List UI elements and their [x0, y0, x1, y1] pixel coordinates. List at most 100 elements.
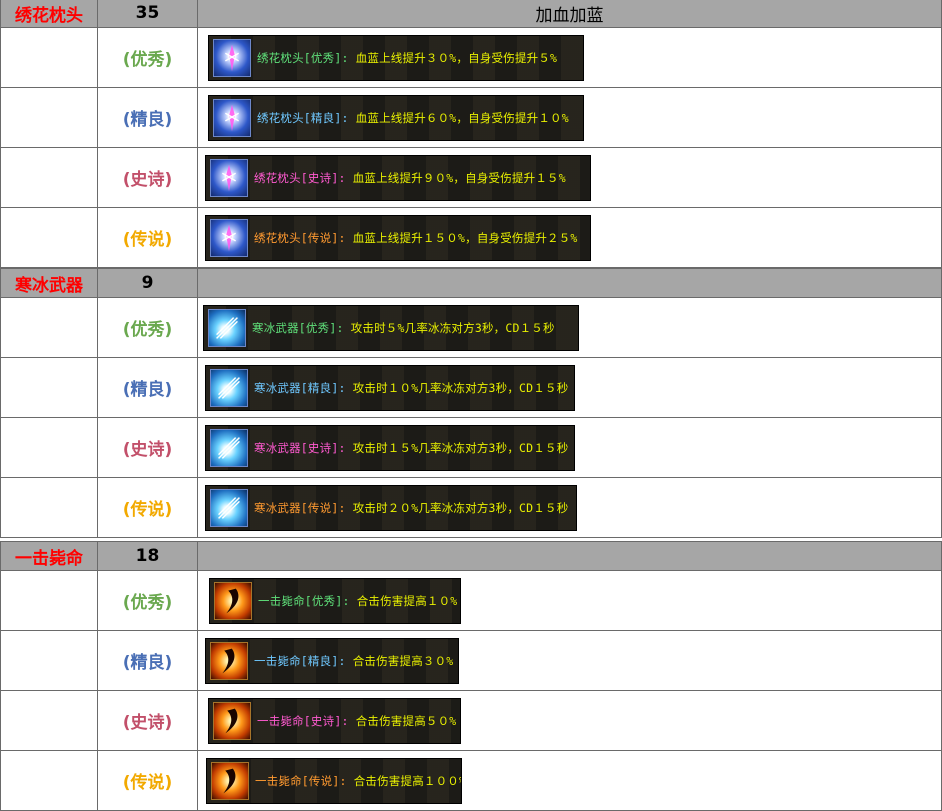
pillow-icon-graphic	[222, 224, 236, 251]
tooltip-cell: 寒冰武器[史诗]: 攻击时１５%几率冰冻对方3秒，CD１５秒	[198, 418, 942, 478]
empty-cell	[0, 88, 98, 148]
tier-cell: (史诗)	[98, 148, 198, 208]
pillow-icon	[210, 158, 248, 197]
slash-icon	[214, 581, 252, 620]
group-name-cell: 一击毙命	[0, 541, 98, 571]
group-effect	[198, 542, 941, 570]
ice-icon	[210, 428, 248, 467]
group-count-cell: 35	[98, 0, 198, 28]
tooltip-cell: 绣花枕头[精良]: 血蓝上线提升６０%，自身受伤提升１０%	[198, 88, 942, 148]
group-effect	[198, 269, 941, 297]
item-tooltip-screenshot: 寒冰武器[精良]: 攻击时１０%几率冰冻对方3秒，CD１５秒	[205, 364, 575, 411]
tooltip-cell: 一击毙命[精良]: 合击伤害提高３０%	[198, 631, 942, 691]
tooltip-item-desc: 攻击时１５%几率冰冻对方3秒，CD１５秒	[345, 440, 569, 455]
tier-row: (史诗) 一击毙命[史诗]: 合击伤害提高５０%	[0, 691, 942, 751]
tooltip-item-label: 寒冰武器[传说]:	[254, 500, 346, 515]
empty-cell	[0, 148, 98, 208]
pillow-icon-graphic	[222, 164, 236, 191]
group-name: 绣花枕头	[15, 5, 83, 26]
tooltip-item-label: 寒冰武器[优秀]:	[252, 320, 344, 335]
tier-label: (优秀)	[122, 320, 173, 340]
pillow-icon-graphic	[225, 104, 239, 131]
tier-row: (优秀) 寒冰武器[优秀]: 攻击时５%几率冰冻对方3秒，CD１５秒	[0, 298, 942, 358]
empty-cell	[0, 28, 98, 88]
tier-cell: (精良)	[98, 358, 198, 418]
tier-cell: (传说)	[98, 751, 198, 811]
tooltip-item-desc: 血蓝上线提升６０%，自身受伤提升１０%	[348, 110, 569, 125]
slash-icon	[210, 641, 248, 680]
tier-row: (传说) 一击毙命[传说]: 合击伤害提高１００%	[0, 751, 942, 811]
tier-row: (传说) 寒冰武器[传说]: 攻击时２０%几率冰冻对方3秒，CD１５秒	[0, 478, 942, 538]
tier-label: (精良)	[122, 110, 173, 130]
tooltip-item-desc: 合击伤害提高１００%	[346, 773, 462, 788]
tier-label: (优秀)	[122, 50, 173, 70]
tooltip-text: 绣花枕头[传说]: 血蓝上线提升１５０%，自身受伤提升２５%	[254, 230, 578, 246]
tooltip-item-desc: 血蓝上线提升１５０%，自身受伤提升２５%	[345, 230, 578, 245]
tooltip-text: 绣花枕头[精良]: 血蓝上线提升６０%，自身受伤提升１０%	[257, 110, 569, 126]
tooltip-item-label: 一击毙命[优秀]:	[258, 593, 350, 608]
tier-label: (史诗)	[122, 440, 173, 460]
tooltip-cell: 寒冰武器[传说]: 攻击时２０%几率冰冻对方3秒，CD１５秒	[198, 478, 942, 538]
tooltip-text: 寒冰武器[传说]: 攻击时２０%几率冰冻对方3秒，CD１５秒	[254, 500, 568, 516]
empty-cell	[0, 478, 98, 538]
slash-icon-graphic	[225, 708, 238, 733]
slash-icon-graphic	[226, 588, 239, 613]
slash-icon-graphic	[223, 768, 236, 793]
tier-row: (精良) 一击毙命[精良]: 合击伤害提高３０%	[0, 631, 942, 691]
tooltip-text: 一击毙命[史诗]: 合击伤害提高５０%	[257, 713, 456, 729]
slash-icon	[213, 701, 251, 740]
group-name: 寒冰武器	[15, 275, 83, 296]
tooltip-cell: 绣花枕头[史诗]: 血蓝上线提升９０%，自身受伤提升１５%	[198, 148, 942, 208]
tier-cell: (优秀)	[98, 298, 198, 358]
group-header-row: 绣花枕头 35 加血加蓝	[0, 0, 942, 28]
ice-icon-graphic	[216, 316, 238, 339]
tier-cell: (优秀)	[98, 571, 198, 631]
group-count: 9	[141, 273, 154, 293]
group-name-cell: 绣花枕头	[0, 0, 98, 28]
tooltip-item-label: 一击毙命[精良]:	[254, 653, 346, 668]
tier-cell: (史诗)	[98, 418, 198, 478]
tooltip-item-desc: 攻击时２０%几率冰冻对方3秒，CD１５秒	[345, 500, 569, 515]
tier-label: (优秀)	[122, 593, 173, 613]
tier-label: (传说)	[122, 773, 173, 793]
tooltip-item-desc: 合击伤害提高３０%	[345, 653, 454, 668]
tooltip-item-desc: 血蓝上线提升９０%，自身受伤提升１５%	[345, 170, 566, 185]
tier-cell: (优秀)	[98, 28, 198, 88]
tooltip-item-label: 寒冰武器[史诗]:	[254, 440, 346, 455]
tooltip-item-label: 绣花枕头[传说]:	[254, 230, 346, 245]
empty-cell	[0, 418, 98, 478]
group-effect-cell	[198, 541, 942, 571]
empty-cell	[0, 208, 98, 268]
group-count-cell: 9	[98, 268, 198, 298]
tooltip-cell: 寒冰武器[优秀]: 攻击时５%几率冰冻对方3秒，CD１５秒	[198, 298, 942, 358]
ice-icon	[210, 368, 248, 407]
tier-cell: (史诗)	[98, 691, 198, 751]
group-header-row: 一击毙命 18	[0, 541, 942, 571]
item-tooltip-screenshot: 绣花枕头[精良]: 血蓝上线提升６０%，自身受伤提升１０%	[208, 94, 584, 141]
tooltip-text: 寒冰武器[精良]: 攻击时１０%几率冰冻对方3秒，CD１５秒	[254, 380, 568, 396]
group-name-cell: 寒冰武器	[0, 268, 98, 298]
ice-icon	[208, 308, 246, 347]
empty-cell	[0, 358, 98, 418]
tooltip-item-label: 绣花枕头[优秀]:	[257, 50, 349, 65]
empty-cell	[0, 631, 98, 691]
tooltip-cell: 寒冰武器[精良]: 攻击时１０%几率冰冻对方3秒，CD１５秒	[198, 358, 942, 418]
tier-cell: (传说)	[98, 208, 198, 268]
group-count: 18	[135, 546, 160, 566]
group-effect-cell	[198, 268, 942, 298]
tooltip-text: 绣花枕头[优秀]: 血蓝上线提升３０%，自身受伤提升５%	[257, 50, 557, 66]
group-count: 35	[135, 3, 160, 23]
empty-cell	[0, 751, 98, 811]
tier-label: (史诗)	[122, 713, 173, 733]
group-effect-cell: 加血加蓝	[198, 0, 942, 28]
tooltip-cell: 绣花枕头[传说]: 血蓝上线提升１５０%，自身受伤提升２５%	[198, 208, 942, 268]
item-tooltip-screenshot: 绣花枕头[史诗]: 血蓝上线提升９０%，自身受伤提升１５%	[205, 154, 591, 201]
item-tooltip-screenshot: 寒冰武器[优秀]: 攻击时５%几率冰冻对方3秒，CD１５秒	[203, 304, 579, 351]
group-effect: 加血加蓝	[535, 5, 604, 26]
tier-row: (史诗) 绣花枕头[史诗]: 血蓝上线提升９０%，自身受伤提升１５%	[0, 148, 942, 208]
tooltip-item-desc: 攻击时５%几率冰冻对方3秒，CD１５秒	[343, 320, 555, 335]
pillow-icon	[213, 98, 251, 137]
item-tooltip-screenshot: 一击毙命[精良]: 合击伤害提高３０%	[205, 637, 459, 684]
tooltip-cell: 绣花枕头[优秀]: 血蓝上线提升３０%，自身受伤提升５%	[198, 28, 942, 88]
item-tooltip-screenshot: 绣花枕头[优秀]: 血蓝上线提升３０%，自身受伤提升５%	[208, 34, 584, 81]
